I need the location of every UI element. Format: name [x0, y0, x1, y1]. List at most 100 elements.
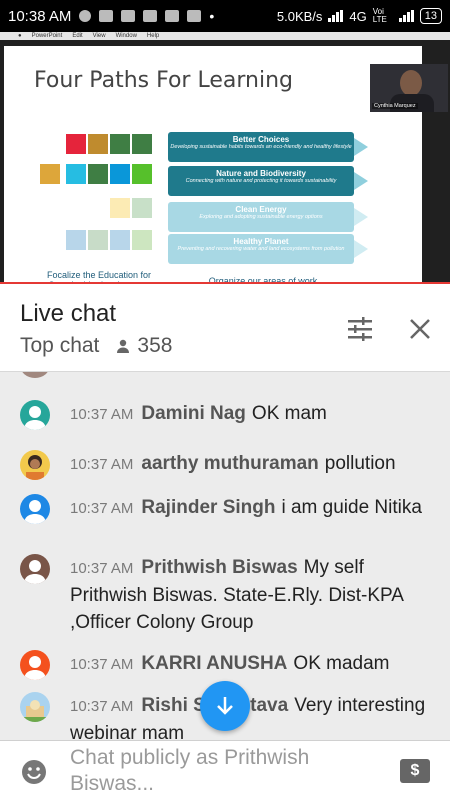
chat-title: Live chat: [20, 300, 117, 327]
chat-mode-selector[interactable]: Top chat 358: [20, 334, 172, 358]
menu-item: Window: [115, 33, 137, 39]
chat-message: 10:37 AM Rajinder Singh i am guide Nitika: [0, 494, 450, 524]
message-text: OK madam: [293, 653, 390, 674]
message-author[interactable]: Prithwish Biswas: [141, 557, 297, 578]
sdg-icon: [66, 164, 86, 184]
message-text: OK mam: [251, 403, 327, 424]
sdg-icon: [88, 164, 108, 184]
arrow-icon: [354, 240, 368, 258]
person-icon: [121, 10, 136, 22]
message-author[interactable]: Damini Nag: [141, 403, 246, 424]
message-author[interactable]: KARRI ANUSHA: [141, 653, 287, 674]
avatar-icon: [20, 400, 50, 430]
carrier-label: Voi LTE: [372, 7, 387, 24]
close-button[interactable]: [405, 314, 435, 344]
presentation-slide: Four Paths For Learning Better Choices D…: [4, 46, 422, 284]
avatar: [20, 372, 50, 378]
menu-item: View: [92, 33, 106, 39]
video-player[interactable]: ● PowerPoint Edit View Window Help Four …: [0, 32, 450, 284]
avatar[interactable]: [20, 650, 50, 680]
close-icon: [410, 319, 430, 339]
network-speed: 5.0KB/s: [276, 8, 323, 24]
avatar-icon: [20, 650, 50, 680]
avatar[interactable]: [20, 400, 50, 430]
path-clean-energy: Clean Energy Exploring and adopting sust…: [168, 202, 354, 232]
chat-message: 10:37 AM Prithwish Biswas My self Prithwis…: [0, 554, 450, 636]
sdg-icon: [88, 134, 108, 154]
sdg-icon: [110, 164, 130, 184]
status-time: 10:38 AM: [8, 7, 72, 25]
battery-icon: 13: [419, 8, 442, 24]
person-icon: [99, 10, 114, 22]
message-timestamp: 10:37 AM: [70, 500, 134, 517]
chat-message: 10:37 AM Damini Nag OK mam: [0, 400, 450, 430]
path-title: Healthy Planet: [233, 237, 289, 246]
avatar-photo-icon: [20, 692, 50, 722]
avatar-photo-icon: [20, 450, 50, 480]
filter-button[interactable]: [345, 314, 375, 344]
message-timestamp: 10:37 AM: [70, 406, 134, 423]
sdg-icon: [132, 164, 152, 184]
signal-icon: [398, 10, 414, 22]
message-text: i am guide Nitika: [281, 497, 422, 518]
menu-item: PowerPoint: [31, 33, 63, 39]
slide-title: Four Paths For Learning: [34, 68, 293, 93]
apple-icon: ●: [18, 33, 22, 39]
sdg-icon: [88, 230, 108, 250]
mac-menu-bar: ● PowerPoint Edit View Window Help: [0, 32, 450, 40]
arrow-icon: [354, 208, 368, 226]
message-timestamp: 10:37 AM: [70, 560, 134, 577]
path-title: Better Choices: [232, 135, 290, 144]
arrow-down-icon: [217, 697, 233, 715]
dollar-icon: $: [410, 762, 420, 779]
app-icon: [165, 10, 180, 22]
path-better-choices: Better Choices Developing sustainable ha…: [168, 132, 354, 162]
filter-icon: [348, 317, 372, 341]
avatar-icon: [20, 554, 50, 584]
chat-message: 10:37 AM aarthy muthuraman pollution: [0, 450, 450, 480]
sdg-icon: [66, 134, 86, 154]
path-desc: Exploring and adopting sustainable energ…: [199, 214, 323, 220]
signal-icon: [328, 10, 344, 22]
sdg-icon: [132, 198, 152, 218]
avatar-icon: [20, 494, 50, 524]
sdg-icon: [132, 134, 152, 154]
status-bar: 10:38 AM • 5.0KB/s 4G Voi LTE 13: [0, 0, 450, 32]
live-chat-header: Live chat Top chat 358: [0, 284, 450, 372]
message-author[interactable]: Rajinder Singh: [141, 497, 275, 518]
app-icon: [187, 10, 202, 22]
sdg-icon: [110, 134, 130, 154]
chat-mode-label: Top chat: [20, 334, 100, 357]
path-desc: Developing sustainable habits towards an…: [170, 144, 352, 150]
message-timestamp: 10:37 AM: [70, 698, 134, 715]
sdg-icon: [110, 198, 130, 218]
more-icon: •: [209, 8, 215, 24]
chat-input-bar: Chat publicly as Prithwish Biswas... $: [0, 740, 450, 800]
webcam-thumbnail[interactable]: Cynthia Marquez: [370, 64, 448, 112]
sdg-icon: [110, 230, 130, 250]
super-chat-button[interactable]: $: [400, 759, 430, 783]
path-healthy-planet: Healthy Planet Preventing and recovering…: [168, 234, 354, 264]
chat-message: 10:37 AM KARRI ANUSHA OK madam: [0, 650, 450, 680]
avatar[interactable]: [20, 554, 50, 584]
menu-item: Help: [146, 33, 160, 39]
avatar[interactable]: [20, 494, 50, 524]
avatar[interactable]: [20, 692, 50, 722]
avatar[interactable]: [20, 450, 50, 480]
scroll-to-bottom-button[interactable]: [200, 681, 250, 731]
viewer-count-value: 358: [137, 334, 173, 357]
chat-message-input[interactable]: Chat publicly as Prithwish Biswas...: [70, 745, 370, 797]
sdg-icon: [132, 230, 152, 250]
notification-icon: [143, 10, 158, 22]
emoji-button[interactable]: [20, 758, 48, 786]
viewer-count: 358: [115, 334, 172, 358]
presenter-name: Cynthia Marquez: [372, 103, 418, 109]
path-nature-biodiversity: Nature and Biodiversity Connecting with …: [168, 166, 354, 196]
menu-item: Edit: [72, 33, 83, 39]
path-desc: Preventing and recovering water and land…: [177, 246, 345, 252]
path-title: Clean Energy: [235, 205, 287, 214]
arrow-icon: [354, 172, 368, 190]
message-author[interactable]: aarthy muthuraman: [141, 453, 318, 474]
network-type: 4G: [349, 8, 367, 24]
presenter-head: [400, 70, 422, 96]
